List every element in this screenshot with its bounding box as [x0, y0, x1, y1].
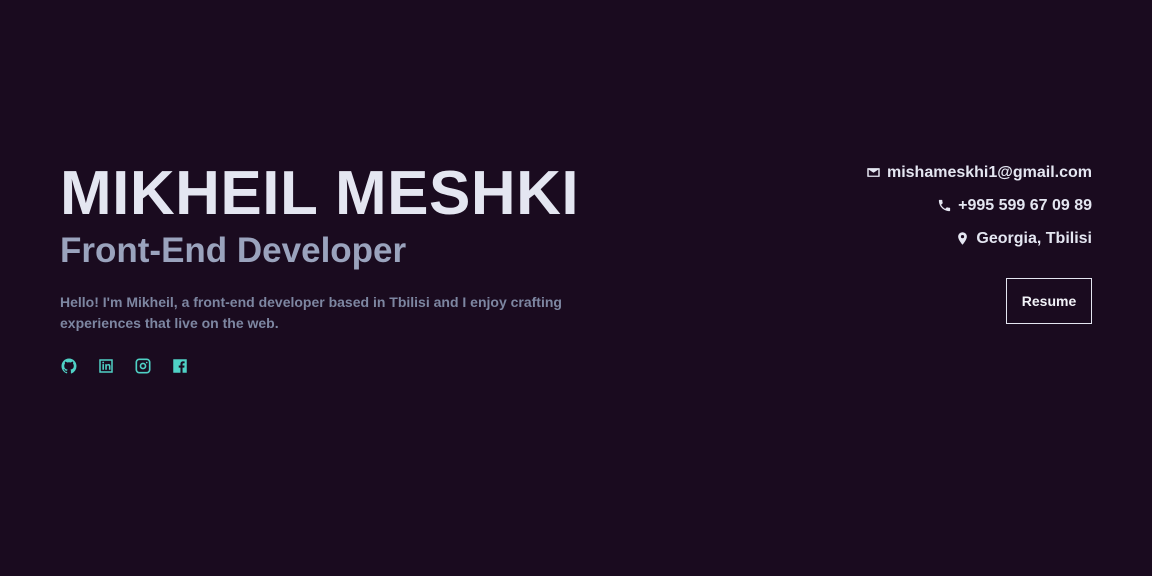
phone-icon: [937, 198, 952, 213]
resume-button[interactable]: Resume: [1006, 278, 1092, 324]
developer-role: Front-End Developer: [60, 231, 407, 270]
instagram-icon: [134, 357, 152, 375]
location-pin-icon: [955, 231, 970, 246]
linkedin-icon: [97, 357, 115, 375]
location-row: Georgia, Tbilisi: [955, 228, 1092, 249]
facebook-link[interactable]: [171, 357, 189, 375]
mail-icon: [866, 165, 881, 180]
phone-text: +995 599 67 09 89: [958, 197, 1092, 214]
linkedin-link[interactable]: [97, 357, 115, 375]
email-text: mishameskhi1@gmail.com: [886, 164, 1092, 181]
social-links: [60, 357, 620, 375]
developer-name: MIKHEIL MESHKI: [60, 159, 580, 228]
developer-bio: Hello! I'm Mikheil, a front-end develope…: [60, 294, 562, 331]
github-link[interactable]: [60, 357, 78, 375]
location-text: Georgia, Tbilisi: [976, 230, 1092, 247]
facebook-icon: [171, 357, 189, 375]
phone-row[interactable]: +995 599 67 09 89: [937, 195, 1092, 216]
instagram-link[interactable]: [134, 357, 152, 375]
hero-intro: MIKHEIL MESHKI Front-End Developer Hello…: [60, 160, 620, 375]
github-icon: [60, 357, 78, 375]
email-row[interactable]: mishameskhi1@gmail.com: [866, 162, 1092, 183]
contact-info: mishameskhi1@gmail.com +995 599 67 09 89…: [866, 162, 1092, 249]
portfolio-page: MIKHEIL MESHKI Front-End Developer Hello…: [0, 0, 1152, 576]
